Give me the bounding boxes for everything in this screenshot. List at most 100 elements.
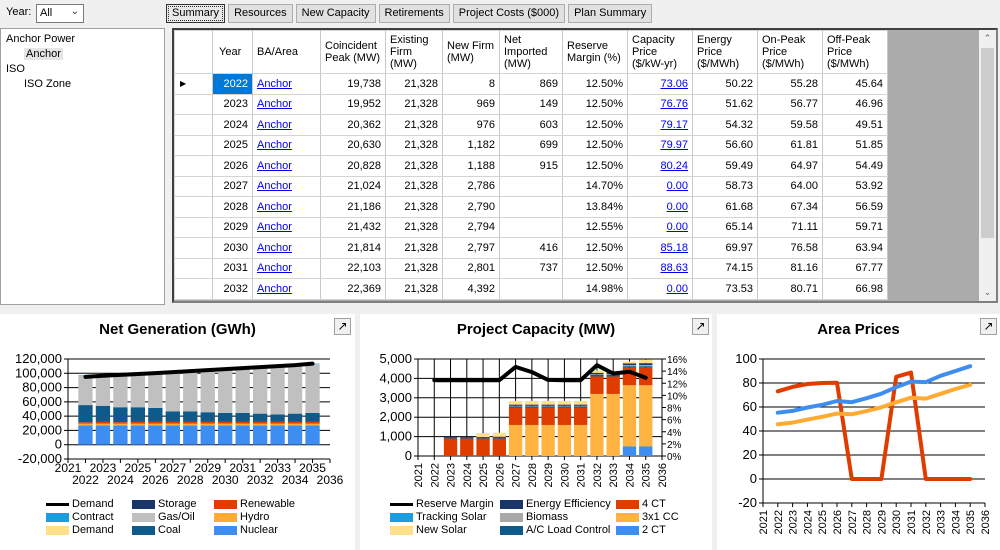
table-row[interactable]: 2029 Anchor 21,432 21,328 2,794 12.55% 0.00 65.…	[174, 216, 888, 238]
cell-on-peak-price[interactable]: 81.16	[757, 257, 823, 279]
cell-off-peak-price[interactable]: 54.49	[822, 155, 888, 177]
col-header-on-peak-price[interactable]: On-Peak Price ($/MWh)	[757, 30, 823, 74]
cell-on-peak-price[interactable]: 55.28	[757, 73, 823, 95]
cell-existing-firm[interactable]: 21,328	[385, 278, 443, 300]
cell-reserve-margin[interactable]: 12.50%	[562, 155, 628, 177]
ba-area-link[interactable]: Anchor	[257, 78, 292, 90]
capacity-price-link[interactable]: 0.00	[667, 283, 688, 295]
tab-plan-summary[interactable]: Plan Summary	[568, 4, 653, 23]
cell-reserve-margin[interactable]: 12.50%	[562, 257, 628, 279]
cell-on-peak-price[interactable]: 76.58	[757, 237, 823, 259]
capacity-price-link[interactable]: 79.17	[660, 119, 688, 131]
cell-off-peak-price[interactable]: 46.96	[822, 93, 888, 115]
cell-net-imported[interactable]: 149	[499, 93, 563, 115]
cell-net-imported[interactable]	[499, 278, 563, 300]
cell-existing-firm[interactable]: 21,328	[385, 134, 443, 156]
cell-existing-firm[interactable]: 21,328	[385, 93, 443, 115]
row-header[interactable]	[174, 257, 213, 279]
cell-energy-price[interactable]: 58.73	[692, 175, 758, 197]
capacity-price-link[interactable]: 80.24	[660, 160, 688, 172]
table-row[interactable]: 2026 Anchor 20,828 21,328 1,188 915 12.50% 80.2…	[174, 155, 888, 177]
cell-energy-price[interactable]: 54.32	[692, 114, 758, 136]
cell-net-imported[interactable]	[499, 196, 563, 218]
cell-existing-firm[interactable]: 21,328	[385, 114, 443, 136]
ba-area-link[interactable]: Anchor	[257, 221, 292, 233]
ba-area-link[interactable]: Anchor	[257, 139, 292, 151]
cell-energy-price[interactable]: 56.60	[692, 134, 758, 156]
cell-on-peak-price[interactable]: 59.58	[757, 114, 823, 136]
cell-year[interactable]: 2031	[212, 257, 253, 279]
tab-new-capacity[interactable]: New Capacity	[295, 4, 376, 23]
col-header-coincident-peak[interactable]: Coincident Peak (MW)	[320, 30, 386, 74]
col-header-energy-price[interactable]: Energy Price ($/MWh)	[692, 30, 758, 74]
cell-off-peak-price[interactable]: 67.77	[822, 257, 888, 279]
row-header[interactable]	[174, 114, 213, 136]
row-header[interactable]	[174, 278, 213, 300]
table-row[interactable]: 2027 Anchor 21,024 21,328 2,786 14.70% 0.00 58.…	[174, 175, 888, 197]
cell-new-firm[interactable]: 4,392	[442, 278, 500, 300]
cell-new-firm[interactable]: 1,182	[442, 134, 500, 156]
cell-new-firm[interactable]: 976	[442, 114, 500, 136]
cell-year[interactable]: 2027	[212, 175, 253, 197]
capacity-price-link[interactable]: 0.00	[667, 180, 688, 192]
row-header[interactable]	[174, 175, 213, 197]
scrollbar-thumb[interactable]	[981, 48, 994, 238]
cell-coincident-peak[interactable]: 19,952	[320, 93, 386, 115]
capacity-price-link[interactable]: 88.63	[660, 262, 688, 274]
cell-reserve-margin[interactable]: 14.70%	[562, 175, 628, 197]
row-header[interactable]	[174, 155, 213, 177]
capacity-price-link[interactable]: 76.76	[660, 98, 688, 110]
cell-year[interactable]: 2024	[212, 114, 253, 136]
cell-net-imported[interactable]: 699	[499, 134, 563, 156]
cell-new-firm[interactable]: 2,786	[442, 175, 500, 197]
cell-existing-firm[interactable]: 21,328	[385, 155, 443, 177]
tab-summary[interactable]: Summary	[166, 4, 226, 23]
row-header[interactable]	[174, 93, 213, 115]
cell-new-firm[interactable]: 1,188	[442, 155, 500, 177]
scroll-down-icon[interactable]: ⌄	[979, 284, 996, 301]
cell-year[interactable]: 2030	[212, 237, 253, 259]
cell-year[interactable]: 2022	[212, 73, 253, 95]
cell-year[interactable]: 2026	[212, 155, 253, 177]
cell-new-firm[interactable]: 2,794	[442, 216, 500, 238]
cell-on-peak-price[interactable]: 67.34	[757, 196, 823, 218]
cell-net-imported[interactable]: 737	[499, 257, 563, 279]
col-header-existing-firm[interactable]: Existing Firm (MW)	[385, 30, 443, 74]
cell-coincident-peak[interactable]: 19,738	[320, 73, 386, 95]
row-header[interactable]: ▶	[174, 73, 213, 95]
ba-area-link[interactable]: Anchor	[257, 98, 292, 110]
cell-net-imported[interactable]: 915	[499, 155, 563, 177]
cell-coincident-peak[interactable]: 20,362	[320, 114, 386, 136]
cell-energy-price[interactable]: 74.15	[692, 257, 758, 279]
cell-off-peak-price[interactable]: 59.71	[822, 216, 888, 238]
cell-year[interactable]: 2023	[212, 93, 253, 115]
cell-existing-firm[interactable]: 21,328	[385, 257, 443, 279]
cell-existing-firm[interactable]: 21,328	[385, 196, 443, 218]
cell-reserve-margin[interactable]: 12.50%	[562, 73, 628, 95]
cell-on-peak-price[interactable]: 80.71	[757, 278, 823, 300]
cell-net-imported[interactable]	[499, 216, 563, 238]
capacity-price-link[interactable]: 0.00	[667, 201, 688, 213]
col-header-year[interactable]: Year	[212, 30, 253, 74]
cell-coincident-peak[interactable]: 21,186	[320, 196, 386, 218]
cell-energy-price[interactable]: 50.22	[692, 73, 758, 95]
table-row[interactable]: 2031 Anchor 22,103 21,328 2,801 737 12.50% 88.6…	[174, 257, 888, 279]
cell-on-peak-price[interactable]: 64.00	[757, 175, 823, 197]
cell-on-peak-price[interactable]: 61.81	[757, 134, 823, 156]
cell-net-imported[interactable]: 869	[499, 73, 563, 95]
cell-new-firm[interactable]: 2,801	[442, 257, 500, 279]
cell-energy-price[interactable]: 61.68	[692, 196, 758, 218]
cell-reserve-margin[interactable]: 12.50%	[562, 134, 628, 156]
col-header-capacity-price[interactable]: Capacity Price ($/kW-yr)	[627, 30, 693, 74]
capacity-price-link[interactable]: 0.00	[667, 221, 688, 233]
year-select[interactable]: All ⌄	[36, 4, 84, 23]
cell-year[interactable]: 2029	[212, 216, 253, 238]
cell-reserve-margin[interactable]: 12.50%	[562, 237, 628, 259]
col-header-ba-area[interactable]: BA/Area	[252, 30, 321, 74]
cell-energy-price[interactable]: 73.53	[692, 278, 758, 300]
cell-year[interactable]: 2028	[212, 196, 253, 218]
row-header[interactable]	[174, 216, 213, 238]
cell-new-firm[interactable]: 2,790	[442, 196, 500, 218]
ba-area-link[interactable]: Anchor	[257, 180, 292, 192]
row-header[interactable]	[174, 134, 213, 156]
